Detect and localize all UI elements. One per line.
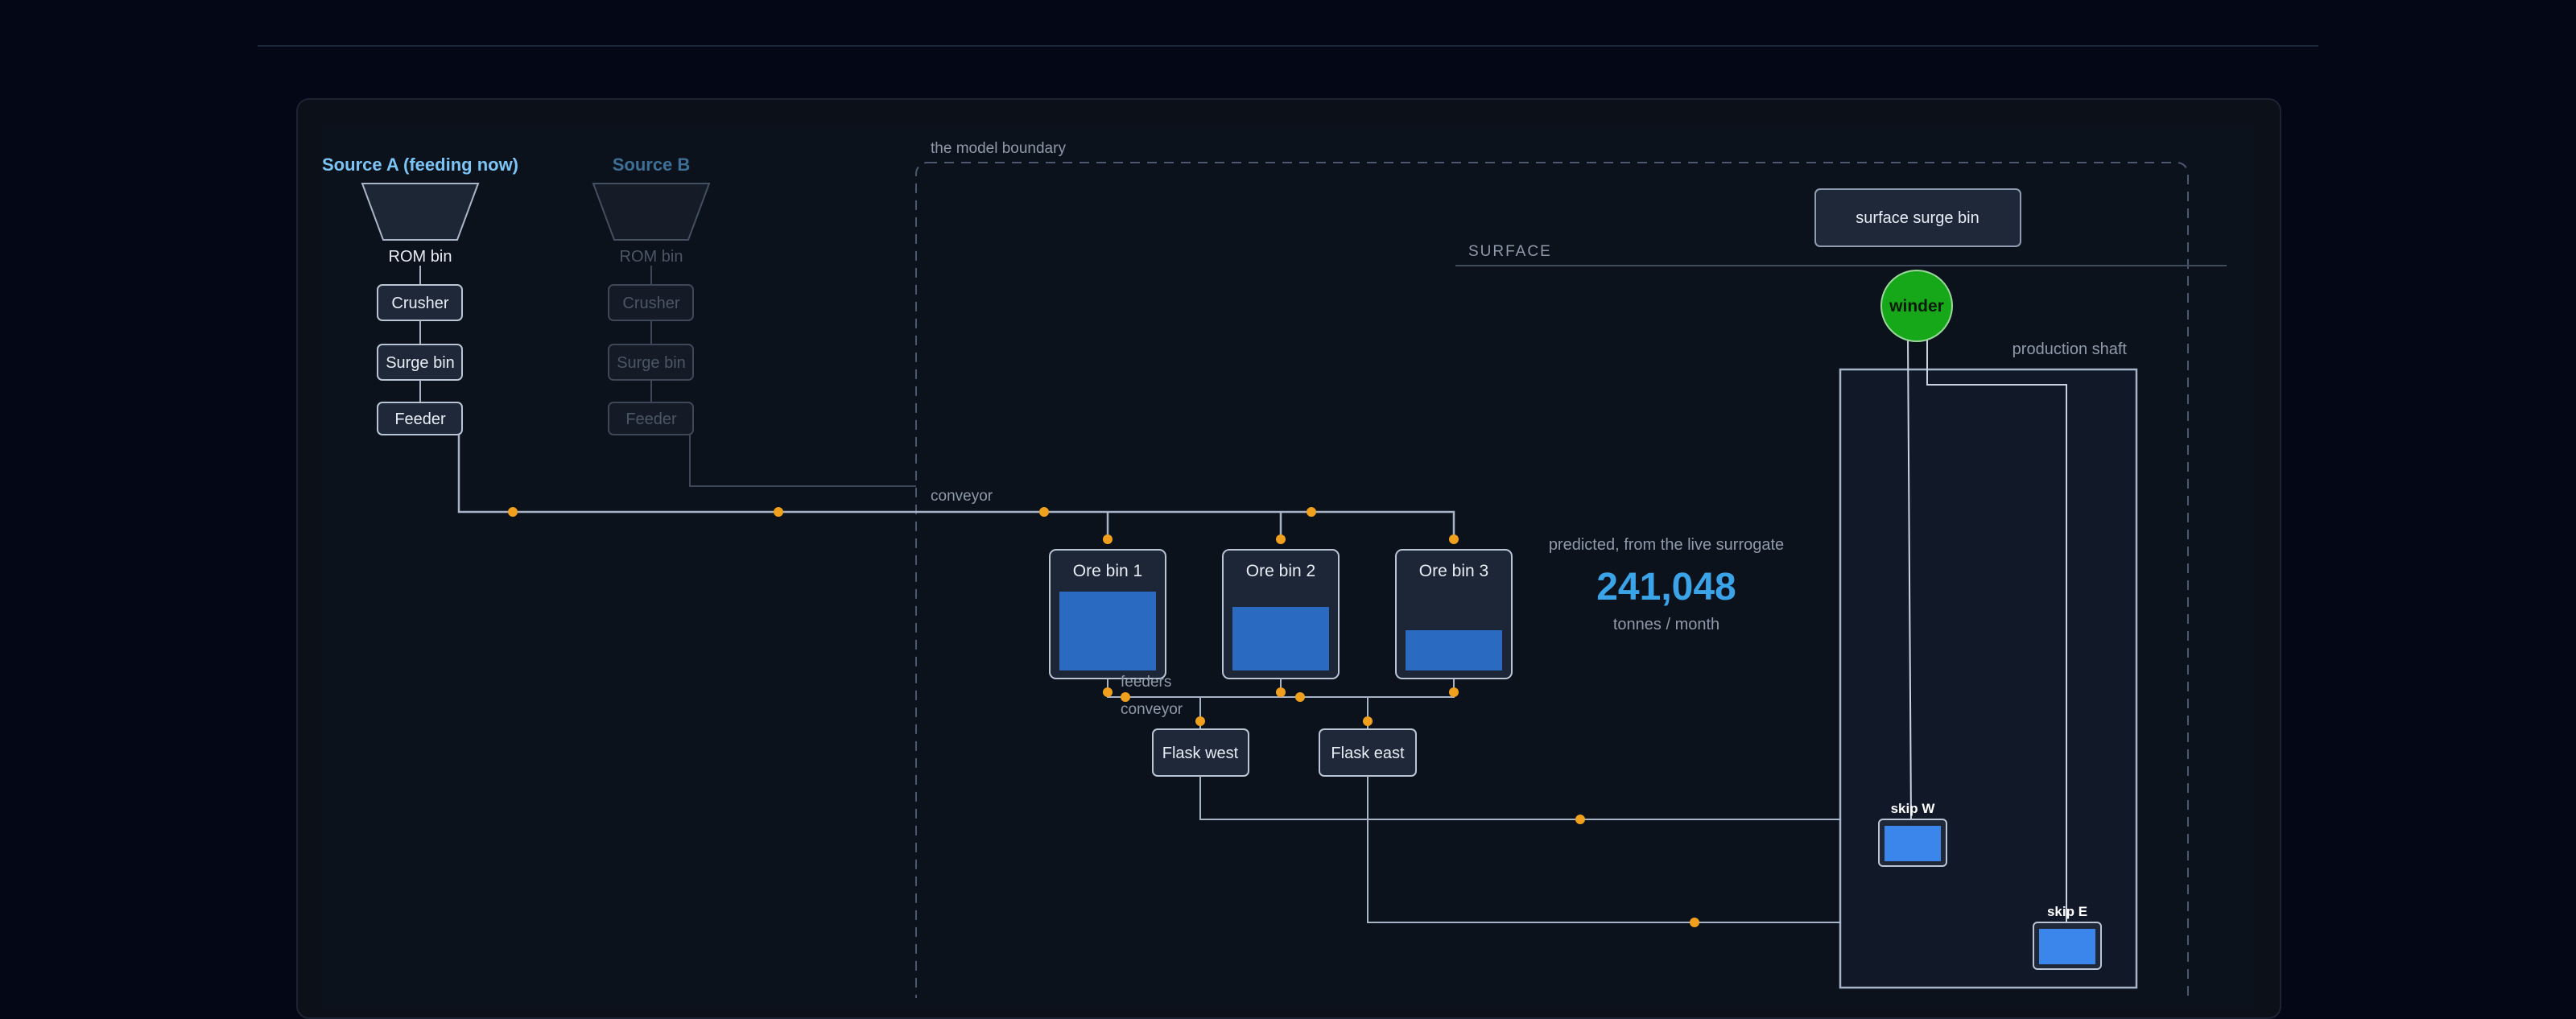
conveyor-flow-dot [1449, 534, 1459, 544]
ore-bin-1-fill-level [1059, 592, 1156, 670]
source-b-rom-bin-hopper [592, 183, 711, 241]
source-b-title: Source B [613, 155, 691, 175]
main-conveyor-line [457, 435, 1455, 539]
source-b-surge-bin-label: Surge bin [617, 354, 686, 372]
feeder-flow-dot [1103, 687, 1113, 697]
source-a-crusher-label: Crusher [391, 295, 448, 312]
loading-flow-dot [1575, 815, 1585, 824]
source-a-title: Source A (feeding now) [322, 155, 518, 175]
skip-w-load [1885, 826, 1941, 861]
source-a-crusher: Crusher [377, 284, 463, 321]
feeder-flow-dot [1449, 687, 1459, 697]
skip-w-label: skip W [1891, 801, 1936, 816]
source-a-rom-bin-hopper [361, 183, 480, 241]
surface-surge-bin-label: surface surge bin [1856, 209, 1979, 227]
source-b-feeder: Feeder [608, 402, 694, 435]
flask-east: Flask east [1319, 728, 1417, 777]
prediction-caption: predicted, from the live surrogate [1549, 536, 1784, 554]
source-b-surge-bin: Surge bin [608, 344, 694, 381]
feeder-flow-dot [1195, 716, 1205, 726]
prediction-value: 241,048 [1596, 566, 1736, 609]
conveyor-flow-dot [508, 507, 518, 517]
conveyor-flow-dot [1276, 534, 1286, 544]
winder: winder [1880, 270, 1953, 342]
source-a-feeder-label: Feeder [394, 410, 446, 428]
conveyor-label: conveyor [931, 488, 993, 505]
lower-conveyor-label: conveyor [1121, 701, 1183, 718]
ore-bin-2: Ore bin 2 [1222, 549, 1340, 679]
conveyor-flow-dot [1103, 534, 1113, 544]
conveyor-flow-dot [1307, 507, 1316, 517]
model-boundary-label: the model boundary [931, 140, 1066, 157]
flask-west-label: Flask west [1162, 745, 1239, 762]
feeder-flow-dot [1363, 716, 1373, 726]
skip-e-label: skip E [2047, 904, 2087, 919]
ore-bin-2-fill-level [1232, 607, 1329, 670]
loading-flow-dot [1690, 918, 1699, 927]
flask-west-to-skip-w-line [1199, 776, 1879, 820]
ore-bin-2-label: Ore bin 2 [1246, 562, 1315, 580]
production-shaft-label: production shaft [2013, 340, 2128, 358]
surface-label: SURFACE [1468, 243, 1552, 260]
ore-bin-3-fill-level [1406, 630, 1502, 670]
feeder-flow-dot [1276, 687, 1286, 697]
ore-bin-3-label: Ore bin 3 [1419, 562, 1488, 580]
source-a-feeder: Feeder [377, 402, 463, 435]
winder-label: winder [1889, 297, 1944, 316]
surface-surge-bin: surface surge bin [1814, 188, 2021, 247]
process-flow-diagram: the model boundary Source A (feeding now… [322, 140, 2227, 998]
flask-east-label: Flask east [1331, 745, 1405, 762]
feeder-flow-dot [1295, 692, 1305, 702]
ore-bin-1: Ore bin 1 [1049, 549, 1166, 679]
source-b-rom-bin-label: ROM bin [620, 248, 683, 266]
production-shaft [1839, 368, 2138, 989]
source-a-surge-bin-label: Surge bin [386, 354, 455, 372]
flask-west: Flask west [1152, 728, 1249, 777]
conveyor-flow-dot [1039, 507, 1049, 517]
source-b-crusher: Crusher [608, 284, 694, 321]
source-a-rom-bin-label: ROM bin [389, 248, 452, 266]
source-b-crusher-label: Crusher [622, 295, 679, 312]
skip-e-load [2039, 929, 2095, 964]
feeders-label: feeders [1121, 674, 1171, 691]
source-a-surge-bin: Surge bin [377, 344, 463, 381]
source-b-feeder-label: Feeder [625, 410, 677, 428]
conveyor-flow-dot [774, 507, 783, 517]
source-b-outlet-line [689, 435, 916, 487]
ore-bin-1-label: Ore bin 1 [1073, 562, 1142, 580]
prediction-unit: tonnes / month [1613, 616, 1719, 633]
ore-bin-3: Ore bin 3 [1395, 549, 1513, 679]
